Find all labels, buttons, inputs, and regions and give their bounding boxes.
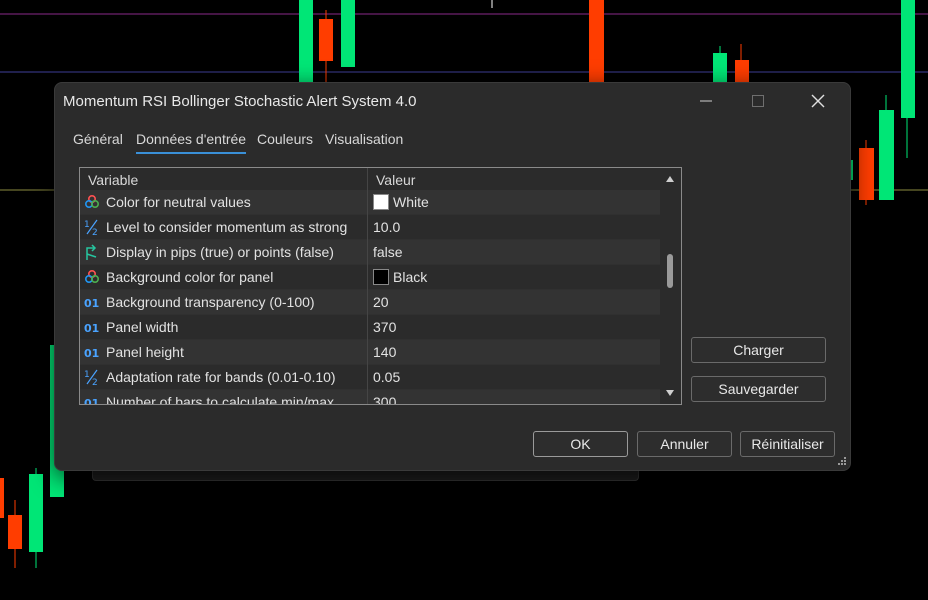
candle <box>299 0 313 90</box>
variable-value[interactable]: 0.05 <box>373 369 400 385</box>
svg-text:1: 1 <box>84 370 90 380</box>
svg-text:01: 01 <box>84 397 99 405</box>
resize-grip-icon[interactable] <box>837 456 847 466</box>
variable-label: Number of bars to calculate min/max <box>106 394 334 405</box>
boolean-arrow-icon <box>86 244 97 260</box>
candle <box>713 46 727 84</box>
integer-icon: 01 <box>84 322 99 335</box>
cancel-button[interactable]: Annuler <box>637 431 732 457</box>
candle <box>879 95 894 200</box>
candle <box>859 140 874 205</box>
minimize-button[interactable] <box>683 83 729 119</box>
variable-label: Level to consider momentum as strong <box>106 219 348 235</box>
color-palette-icon <box>84 269 100 284</box>
variable-value[interactable]: 140 <box>373 344 396 360</box>
ok-button[interactable]: OK <box>533 431 628 457</box>
variable-value[interactable]: 300 <box>373 394 396 404</box>
grid-row[interactable]: 01 Panel width 370 <box>80 315 660 340</box>
variable-label: Background color for panel <box>106 269 274 285</box>
variable-value[interactable]: false <box>373 244 403 260</box>
candle <box>589 0 604 82</box>
candle <box>735 44 749 84</box>
indicator-properties-dialog: Momentum RSI Bollinger Stochastic Alert … <box>54 82 851 471</box>
grid-row[interactable]: Background color for panel Black <box>80 265 660 290</box>
grid-row[interactable]: 01 Number of bars to calculate min/max 30… <box>80 390 660 405</box>
svg-text:2: 2 <box>92 228 98 235</box>
close-icon <box>811 94 825 108</box>
column-header-variable: Variable <box>88 172 139 188</box>
scroll-down-arrow-icon <box>666 390 674 396</box>
variable-label: Color for neutral values <box>106 194 251 210</box>
grid-row[interactable]: 1 2 Adaptation rate for bands (0.01-0.10) … <box>80 365 660 390</box>
candle <box>341 0 355 67</box>
variable-label: Background transparency (0-100) <box>106 294 315 310</box>
grid-row[interactable]: 01 Background transparency (0-100) 20 <box>80 290 660 315</box>
grid-row[interactable]: 01 Panel height 140 <box>80 340 660 365</box>
candle <box>8 500 22 568</box>
tab-inputs[interactable]: Données d'entrée <box>136 131 247 154</box>
variable-value[interactable]: 20 <box>373 294 389 310</box>
variable-value[interactable]: 370 <box>373 319 396 335</box>
reset-button[interactable]: Réinitialiser <box>740 431 835 457</box>
window-title: Momentum RSI Bollinger Stochastic Alert … <box>63 93 417 110</box>
variable-label: Panel width <box>106 319 179 335</box>
inputs-grid: Variable Valeur Color for neutral values… <box>79 167 682 405</box>
color-swatch[interactable] <box>373 269 389 285</box>
vertical-scrollbar[interactable] <box>660 168 680 404</box>
svg-text:1: 1 <box>84 220 90 230</box>
maximize-button[interactable] <box>735 83 781 119</box>
svg-text:2: 2 <box>92 378 98 385</box>
candle <box>29 468 43 568</box>
grid-row[interactable]: Display in pips (true) or points (false)… <box>80 240 660 265</box>
color-palette-icon <box>84 194 100 209</box>
variable-label: Adaptation rate for bands (0.01-0.10) <box>106 369 336 385</box>
load-button[interactable]: Charger <box>691 337 826 363</box>
minimize-icon <box>700 100 712 102</box>
integer-icon: 01 <box>84 397 99 405</box>
column-separator[interactable] <box>367 168 368 404</box>
color-swatch[interactable] <box>373 194 389 210</box>
close-button[interactable] <box>795 83 841 119</box>
candle <box>901 0 915 158</box>
scroll-up-arrow-icon <box>666 176 674 182</box>
fraction-icon: 12 <box>84 369 98 385</box>
save-button[interactable]: Sauvegarder <box>691 376 826 402</box>
column-header-value: Valeur <box>376 172 416 188</box>
variable-label: Panel height <box>106 344 184 360</box>
integer-icon: 01 <box>84 347 99 360</box>
maximize-icon <box>752 95 764 107</box>
tab-colors[interactable]: Couleurs <box>257 131 313 147</box>
grid-row[interactable]: Color for neutral values White <box>80 190 660 215</box>
variable-value[interactable]: White <box>393 194 429 210</box>
tab-visualization[interactable]: Visualisation <box>325 131 403 147</box>
scroll-thumb <box>667 254 673 288</box>
scrollbar-graphic <box>666 176 674 396</box>
integer-icon: 01 <box>84 297 99 310</box>
fraction-icon: 12 <box>84 219 98 235</box>
svg-text:01: 01 <box>84 297 99 310</box>
svg-text:01: 01 <box>84 347 99 360</box>
candle <box>319 10 333 82</box>
variable-label: Display in pips (true) or points (false) <box>106 244 334 260</box>
variable-value[interactable]: 10.0 <box>373 219 400 235</box>
grid-row[interactable]: 1 2 Level to consider momentum as strong 1… <box>80 215 660 240</box>
svg-text:01: 01 <box>84 322 99 335</box>
variable-value[interactable]: Black <box>393 269 427 285</box>
grid-header: Variable Valeur <box>80 168 660 190</box>
tab-general[interactable]: Général <box>73 131 123 147</box>
